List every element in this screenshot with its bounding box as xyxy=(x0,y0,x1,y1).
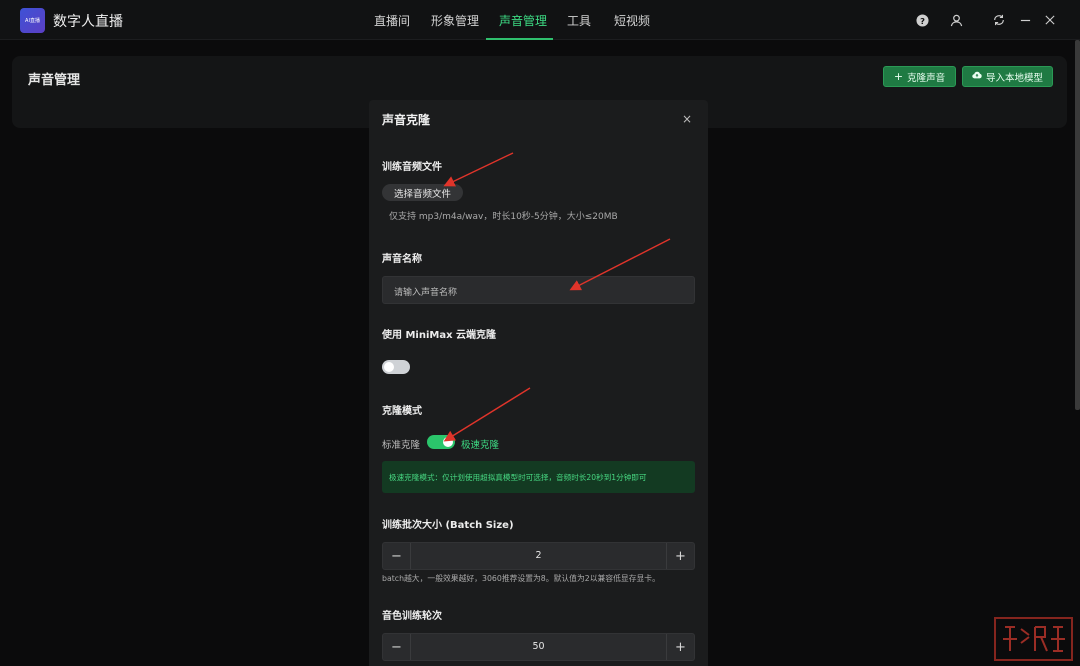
voice-clone-dialog: 声音克隆 × 训练音频文件 选择音频文件 仅支持 mp3/m4a/wav，时长1… xyxy=(369,100,708,666)
batch-increment-button[interactable]: + xyxy=(666,543,694,569)
dialog-title: 声音克隆 xyxy=(382,113,431,127)
epochs-value[interactable]: 50 xyxy=(411,641,666,652)
app-title: 数字人直播 xyxy=(53,14,123,30)
audio-file-hint: 仅支持 mp3/m4a/wav，时长10秒-5分钟，大小≤20MB xyxy=(389,212,618,222)
toggle-knob xyxy=(443,437,453,447)
fast-clone-option[interactable]: 极速克隆 xyxy=(461,437,499,451)
title-bar: AI直播 数字人直播 直播间 形象管理 声音管理 工具 短视频 ? xyxy=(0,0,1080,40)
page-title: 声音管理 xyxy=(28,73,81,88)
import-local-model-label: 导入本地模型 xyxy=(985,72,1043,84)
batch-size-label: 训练批次大小 (Batch Size) xyxy=(382,520,514,531)
clone-voice-button[interactable]: + 克隆声音 xyxy=(883,66,956,87)
refresh-icon[interactable] xyxy=(991,12,1007,28)
svg-text:?: ? xyxy=(920,15,925,25)
fast-clone-info-text: 极速克隆模式：仅计划使用超拟真模型时可选择，音频时长20秒到1分钟即可 xyxy=(389,473,647,482)
active-tab-indicator xyxy=(486,38,553,40)
cloud-upload-icon xyxy=(972,71,982,82)
epochs-decrement-button[interactable]: − xyxy=(383,634,411,660)
epochs-increment-button[interactable]: + xyxy=(666,634,694,660)
help-icon[interactable]: ? xyxy=(914,12,930,28)
minimize-icon[interactable] xyxy=(1017,12,1033,28)
voice-name-input[interactable]: 请输入声音名称 xyxy=(382,276,695,304)
tab-short-video[interactable]: 短视频 xyxy=(614,12,650,29)
tab-tools[interactable]: 工具 xyxy=(567,12,591,29)
clone-mode-label: 克隆模式 xyxy=(382,406,422,417)
scrollbar[interactable] xyxy=(1075,40,1080,410)
close-icon[interactable] xyxy=(1042,12,1058,28)
import-local-model-button[interactable]: 导入本地模型 xyxy=(962,66,1053,87)
voice-name-placeholder: 请输入声音名称 xyxy=(394,288,458,298)
epochs-label: 音色训练轮次 xyxy=(382,611,442,622)
tab-voice-management[interactable]: 声音管理 xyxy=(499,12,547,29)
app-logo: AI直播 xyxy=(20,8,45,33)
user-icon[interactable] xyxy=(948,12,964,28)
watermark-seal xyxy=(994,617,1073,661)
select-audio-file-button[interactable]: 选择音频文件 xyxy=(382,184,463,201)
plus-icon: + xyxy=(893,70,904,83)
clone-voice-label: 克隆声音 xyxy=(907,72,946,84)
batch-decrement-button[interactable]: − xyxy=(383,543,411,569)
standard-clone-option[interactable]: 标准克隆 xyxy=(382,437,420,451)
minimax-clone-toggle[interactable] xyxy=(382,360,410,374)
batch-size-hint: batch越大，一般效果越好，3060推荐设置为8。默认值为2以兼容低显存显卡。 xyxy=(382,574,660,583)
logo-text: AI直播 xyxy=(25,18,40,24)
tab-avatar-management[interactable]: 形象管理 xyxy=(431,12,479,29)
fast-clone-info-box: 极速克隆模式：仅计划使用超拟真模型时可选择，音频时长20秒到1分钟即可 xyxy=(382,461,695,493)
clone-mode-toggle[interactable] xyxy=(427,435,455,449)
voice-name-label: 声音名称 xyxy=(382,254,422,265)
dialog-close-icon[interactable]: × xyxy=(682,112,692,126)
audio-file-label: 训练音频文件 xyxy=(382,162,442,173)
epochs-stepper[interactable]: − 50 + xyxy=(382,633,695,661)
batch-size-stepper[interactable]: − 2 + xyxy=(382,542,695,570)
toggle-knob xyxy=(384,362,394,372)
batch-size-value[interactable]: 2 xyxy=(411,550,666,561)
tab-live-room[interactable]: 直播间 xyxy=(374,12,410,29)
minimax-clone-label: 使用 MiniMax 云端克隆 xyxy=(382,330,497,341)
